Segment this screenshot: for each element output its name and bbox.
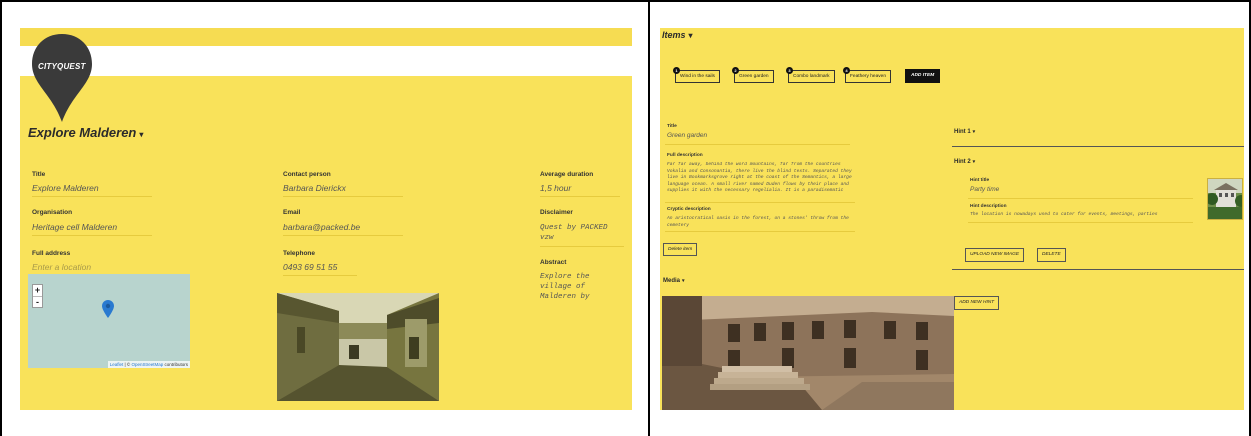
page-title[interactable]: Explore Malderen ▾ (28, 125, 143, 140)
location-map[interactable]: + - Leaflet | © OpenStreetMap contributo… (28, 274, 190, 368)
contact-field[interactable]: Barbara Dierickx (283, 183, 403, 197)
field-underline (665, 144, 850, 145)
chevron-down-icon: ▾ (139, 130, 144, 139)
chevron-down-icon: ▾ (682, 278, 685, 284)
email-label: Email (283, 209, 301, 216)
map-marker-icon[interactable] (102, 300, 114, 323)
item-title-label: Title (667, 124, 677, 129)
hint-description-label: Hint description (970, 204, 1007, 209)
map-zoom-control: + - (32, 284, 43, 308)
item-number-badge: 1 (673, 67, 680, 74)
email-field[interactable]: barbara@packed.be (283, 222, 403, 236)
items-title-text: Items (662, 30, 686, 40)
media-section-label: Media (663, 278, 681, 284)
hint-1-label: Hint 1 (954, 129, 971, 135)
chevron-down-icon: ▾ (972, 129, 976, 135)
item-media-photo (662, 296, 954, 410)
full-description-field[interactable]: Far far away, behind the word mountains,… (667, 162, 855, 200)
contact-label: Contact person (283, 171, 331, 178)
brand-name: CITYQUEST (38, 62, 86, 71)
item-chip[interactable]: 4 Feathery heaven (843, 67, 892, 83)
cityquest-logo[interactable] (30, 32, 94, 124)
zoom-in-button[interactable]: + (33, 285, 42, 296)
abstract-label: Abstract (540, 259, 567, 266)
field-underline (665, 202, 855, 203)
leaflet-link[interactable]: Leaflet (110, 362, 124, 367)
item-chip-label: Combo landmark (793, 74, 830, 79)
field-underline (665, 231, 855, 232)
field-underline (968, 222, 1193, 223)
duration-label: Average duration (540, 171, 594, 178)
osm-link[interactable]: OpenStreetMap (131, 362, 163, 367)
header-bar (20, 46, 632, 76)
hint-title-field[interactable]: Party time (970, 186, 999, 193)
hint-2-label: Hint 2 (954, 159, 971, 165)
media-section-header[interactable]: Media ▾ (663, 278, 685, 284)
add-hint-button[interactable]: ADD NEW HINT (954, 296, 1000, 310)
hint-description-field[interactable]: The location is nowadays used to cater f… (970, 212, 1202, 219)
page-title-text: Explore Malderen (28, 125, 137, 140)
title-label: Title (32, 171, 46, 178)
chevron-down-icon: ▾ (972, 159, 976, 165)
telephone-label: Telephone (283, 250, 316, 257)
item-title-field[interactable]: Green garden (667, 132, 707, 139)
item-chip[interactable]: 2 Green garden (732, 67, 774, 83)
section-divider (952, 146, 1244, 147)
organisation-field[interactable]: Heritage cell Malderen (32, 222, 152, 236)
upload-image-button[interactable]: UPLOAD NEW IMAGE (965, 248, 1025, 262)
items-title[interactable]: Items ▾ (662, 30, 693, 40)
items-editor-panel: Items ▾ 1 Wind in the sails 2 Green garden … (660, 28, 1244, 410)
item-number-badge: 4 (843, 67, 850, 74)
item-chip-label: Wind in the sails (680, 74, 715, 79)
item-chip-label: Green garden (739, 74, 769, 79)
item-number-badge: 2 (732, 67, 739, 74)
delete-hint-button[interactable]: DELETE (1037, 248, 1066, 262)
chevron-down-icon: ▾ (688, 31, 693, 40)
item-number-badge: 3 (786, 67, 793, 74)
hint-image-thumbnail[interactable] (1207, 178, 1243, 220)
cryptic-description-field[interactable]: An aristocratical oasis in the forest, o… (667, 216, 855, 229)
add-item-button[interactable]: ADD ITEM (905, 69, 941, 83)
address-label: Full address (32, 250, 71, 257)
field-underline (968, 198, 1193, 199)
item-chip[interactable]: 1 Wind in the sails (673, 67, 720, 83)
disclaimer-field[interactable]: Quest by PACKED vzw (540, 223, 624, 247)
item-chip[interactable]: 3 Combo landmark (786, 67, 835, 83)
map-attribution: Leaflet | © OpenStreetMap contributors (107, 361, 190, 368)
item-chip-label: Feathery heaven (850, 74, 887, 79)
screenshot-divider (648, 2, 650, 436)
telephone-field[interactable]: 0493 69 51 55 (283, 262, 357, 276)
quest-editor-panel: CITYQUEST Explore Malderen ▾ Title Explor… (20, 28, 632, 410)
duration-field[interactable]: 1,5 hour (540, 183, 620, 197)
attribution-tail: contributors (163, 362, 188, 367)
hint-title-label: Hint title (970, 178, 990, 183)
hint-1-header[interactable]: Hint 1 ▾ (954, 129, 975, 135)
hint-2-header[interactable]: Hint 2 ▾ (954, 159, 975, 165)
cryptic-description-label: Cryptic description (667, 207, 711, 212)
section-divider (952, 269, 1244, 270)
quest-cover-photo (277, 293, 439, 401)
title-field[interactable]: Explore Malderen (32, 183, 152, 197)
organisation-label: Organisation (32, 209, 73, 216)
delete-item-button[interactable]: Delete item (663, 243, 698, 256)
abstract-field[interactable]: Explore the village of Malderen by (540, 272, 624, 305)
zoom-out-button[interactable]: - (33, 296, 42, 307)
disclaimer-label: Disclaimer (540, 209, 573, 216)
top-bar (20, 28, 632, 46)
full-description-label: Full description (667, 153, 703, 158)
